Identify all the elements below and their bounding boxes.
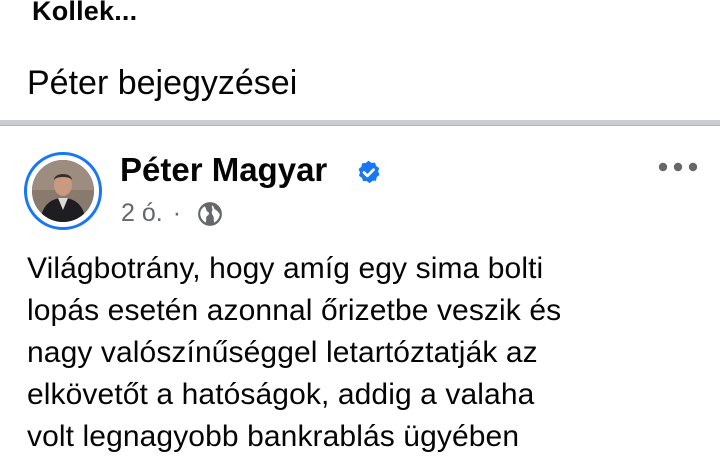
- post-time[interactable]: 2 ó.: [121, 199, 163, 228]
- post-body-text: Világbotrány, hogy amíg egy sima bolti l…: [27, 252, 562, 453]
- globe-icon: [198, 201, 222, 226]
- post-meta: 2 ó. ·: [121, 199, 223, 228]
- section-title: Péter bejegyzései: [27, 64, 298, 102]
- post-author-name[interactable]: Péter Magyar: [120, 151, 327, 189]
- avatar[interactable]: [24, 152, 102, 230]
- page-header-title[interactable]: Kollek...: [32, 0, 137, 27]
- post-card: Péter Magyar 2 ó. · Világbotrány, hogy a…: [0, 126, 720, 453]
- more-options-icon[interactable]: [656, 159, 700, 175]
- verified-badge-icon: [358, 160, 380, 184]
- top-header: Kollek...: [0, 0, 720, 42]
- avatar-image: [32, 160, 94, 222]
- meta-separator: ·: [172, 199, 182, 227]
- avatar-photo: [32, 160, 94, 222]
